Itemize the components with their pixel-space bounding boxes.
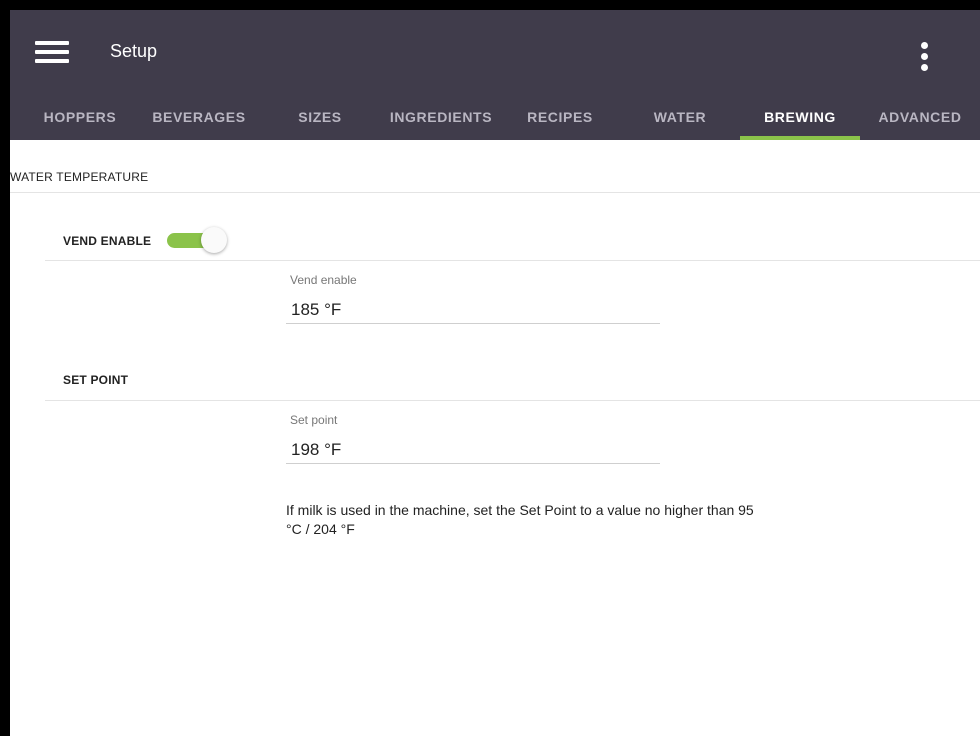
row-divider <box>45 260 980 261</box>
row-divider <box>45 400 980 401</box>
page-title: Setup <box>110 41 158 61</box>
tab-recipes[interactable]: RECIPES <box>515 98 605 140</box>
app-bar: Setup HOPPERS BEVERAGES SIZES INGREDIENT… <box>10 10 980 140</box>
tab-sizes[interactable]: SIZES <box>282 98 358 140</box>
tab-beverages[interactable]: BEVERAGES <box>148 98 250 140</box>
set-point-field-label: Set point <box>290 413 338 427</box>
tab-ingredients[interactable]: INGREDIENTS <box>378 98 504 140</box>
toggle-thumb <box>201 227 227 253</box>
more-vertical-icon[interactable] <box>916 40 936 76</box>
vend-enable-label: VEND ENABLE <box>63 234 152 248</box>
vend-enable-input[interactable] <box>286 297 660 324</box>
vend-enable-field-label: Vend enable <box>290 273 357 287</box>
setup-screen: Setup HOPPERS BEVERAGES SIZES INGREDIENT… <box>10 10 980 736</box>
tab-bar: HOPPERS BEVERAGES SIZES INGREDIENTS RECI… <box>10 98 980 140</box>
section-divider <box>10 192 980 193</box>
vend-enable-toggle[interactable] <box>165 227 229 253</box>
hamburger-menu-icon[interactable] <box>35 39 69 65</box>
section-title-water-temperature: WATER TEMPERATURE <box>10 170 149 184</box>
set-point-label: SET POINT <box>63 373 129 387</box>
tab-brewing[interactable]: BREWING <box>740 98 860 140</box>
set-point-input[interactable] <box>286 437 660 464</box>
tab-water[interactable]: WATER <box>638 98 722 140</box>
milk-warning-note: If milk is used in the machine, set the … <box>286 502 754 537</box>
tab-advanced[interactable]: ADVANCED <box>872 98 968 140</box>
tab-hoppers[interactable]: HOPPERS <box>32 98 128 140</box>
